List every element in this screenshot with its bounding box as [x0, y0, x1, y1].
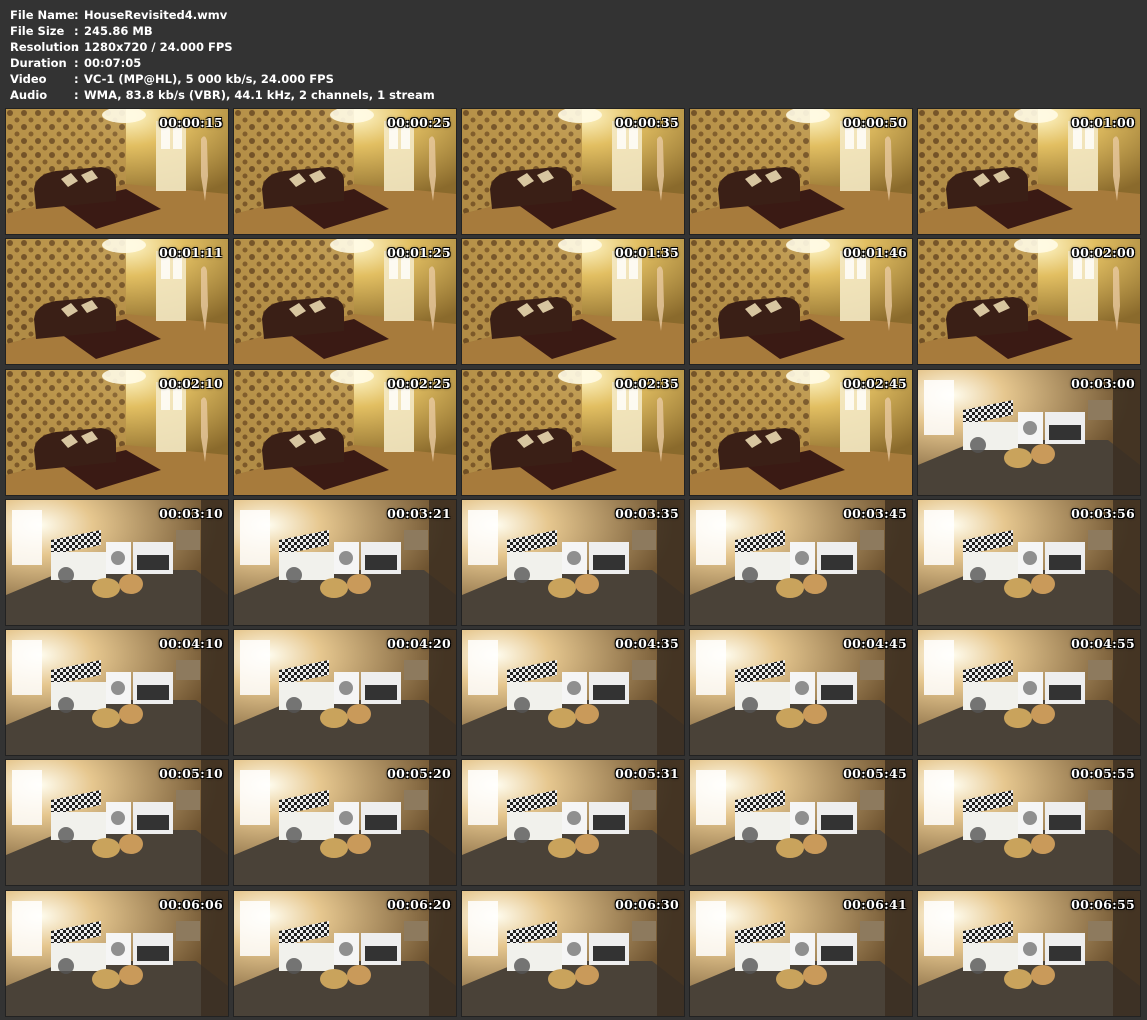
thumbnail-timestamp: 00:01:46: [843, 245, 907, 260]
info-label: Audio: [10, 88, 48, 102]
info-separator: :: [74, 40, 79, 54]
thumbnail-timestamp: 00:02:45: [843, 376, 907, 391]
thumbnail-timestamp: 00:00:15: [159, 115, 223, 130]
thumbnail-timestamp: 00:06:06: [159, 897, 223, 912]
thumbnail-frame: 00:02:35: [462, 370, 684, 495]
info-row-file-size: File Size:245.86 MB: [10, 23, 435, 39]
thumbnail-frame: 00:03:00: [918, 370, 1140, 495]
thumbnail-timestamp: 00:03:56: [1071, 506, 1135, 521]
thumbnail-timestamp: 00:04:20: [387, 636, 451, 651]
thumbnail-grid: 00:00:15 00:00:25 00:00:35 00:00:50 00:0…: [6, 109, 1142, 1016]
thumbnail-frame: 00:04:20: [234, 630, 456, 755]
info-label: Duration: [10, 56, 67, 70]
thumbnail-timestamp: 00:01:35: [615, 245, 679, 260]
thumbnail-timestamp: 00:01:00: [1071, 115, 1135, 130]
thumbnail-frame: 00:06:41: [690, 891, 912, 1016]
thumbnail-timestamp: 00:02:10: [159, 376, 223, 391]
info-separator: :: [74, 72, 79, 86]
thumbnail-frame: 00:05:31: [462, 760, 684, 885]
thumbnail-timestamp: 00:04:10: [159, 636, 223, 651]
thumbnail-frame: 00:06:06: [6, 891, 228, 1016]
thumbnail-frame: 00:04:55: [918, 630, 1140, 755]
thumbnail-timestamp: 00:06:41: [843, 897, 907, 912]
thumbnail-frame: 00:03:21: [234, 500, 456, 625]
info-separator: :: [74, 88, 79, 102]
thumbnail-frame: 00:04:45: [690, 630, 912, 755]
thumbnail-timestamp: 00:05:45: [843, 766, 907, 781]
thumbnail-frame: 00:05:45: [690, 760, 912, 885]
thumbnail-frame: 00:00:25: [234, 109, 456, 234]
thumbnail-frame: 00:00:35: [462, 109, 684, 234]
thumbnail-timestamp: 00:06:20: [387, 897, 451, 912]
thumbnail-timestamp: 00:03:21: [387, 506, 451, 521]
thumbnail-frame: 00:01:35: [462, 239, 684, 364]
info-separator: :: [74, 56, 79, 70]
info-value: HouseRevisited4.wmv: [84, 8, 228, 22]
info-label: Video: [10, 72, 47, 86]
thumbnail-frame: 00:03:45: [690, 500, 912, 625]
info-value: 245.86 MB: [84, 24, 153, 38]
info-value: VC-1 (MP@HL), 5 000 kb/s, 24.000 FPS: [84, 72, 334, 86]
thumbnail-frame: 00:00:15: [6, 109, 228, 234]
thumbnail-timestamp: 00:00:50: [843, 115, 907, 130]
thumbnail-frame: 00:02:25: [234, 370, 456, 495]
file-info-panel: File Name: HouseRevisited4.wmv File Size:2…: [10, 7, 435, 103]
thumbnail-frame: 00:00:50: [690, 109, 912, 234]
info-row-video: Video: VC-1 (MP@HL), 5 000 kb/s, 24.000 F…: [10, 71, 435, 87]
thumbnail-timestamp: 00:02:25: [387, 376, 451, 391]
info-row-audio: Audio: WMA, 83.8 kb/s (VBR), 44.1 kHz, 2 …: [10, 87, 435, 103]
thumbnail-frame: 00:06:55: [918, 891, 1140, 1016]
thumbnail-frame: 00:01:00: [918, 109, 1140, 234]
thumbnail-frame: 00:03:10: [6, 500, 228, 625]
info-value: 00:07:05: [84, 56, 142, 70]
info-row-resolution: Resolution:1280x720 / 24.000 FPS: [10, 39, 435, 55]
thumbnail-timestamp: 00:04:45: [843, 636, 907, 651]
thumbnail-frame: 00:01:25: [234, 239, 456, 364]
info-label: File Name: [10, 8, 75, 22]
info-label: Resolution: [10, 40, 80, 54]
thumbnail-timestamp: 00:03:10: [159, 506, 223, 521]
info-separator: :: [74, 24, 79, 38]
thumbnail-frame: 00:06:20: [234, 891, 456, 1016]
thumbnail-frame: 00:03:56: [918, 500, 1140, 625]
thumbnail-frame: 00:05:20: [234, 760, 456, 885]
thumbnail-frame: 00:06:30: [462, 891, 684, 1016]
info-value: 1280x720 / 24.000 FPS: [84, 40, 233, 54]
thumbnail-frame: 00:02:45: [690, 370, 912, 495]
thumbnail-timestamp: 00:05:31: [615, 766, 679, 781]
info-row-file-name: File Name: HouseRevisited4.wmv: [10, 7, 435, 23]
thumbnail-timestamp: 00:03:45: [843, 506, 907, 521]
thumbnail-timestamp: 00:04:35: [615, 636, 679, 651]
thumbnail-timestamp: 00:01:11: [159, 245, 223, 260]
info-separator: :: [74, 8, 79, 22]
info-row-duration: Duration:00:07:05: [10, 55, 435, 71]
thumbnail-timestamp: 00:01:25: [387, 245, 451, 260]
thumbnail-timestamp: 00:00:35: [615, 115, 679, 130]
thumbnail-timestamp: 00:05:20: [387, 766, 451, 781]
thumbnail-frame: 00:01:46: [690, 239, 912, 364]
thumbnail-timestamp: 00:03:35: [615, 506, 679, 521]
thumbnail-timestamp: 00:02:35: [615, 376, 679, 391]
thumbnail-frame: 00:01:11: [6, 239, 228, 364]
thumbnail-timestamp: 00:04:55: [1071, 636, 1135, 651]
thumbnail-timestamp: 00:06:55: [1071, 897, 1135, 912]
thumbnail-frame: 00:05:55: [918, 760, 1140, 885]
thumbnail-frame: 00:02:00: [918, 239, 1140, 364]
thumbnail-frame: 00:03:35: [462, 500, 684, 625]
thumbnail-timestamp: 00:05:10: [159, 766, 223, 781]
thumbnail-frame: 00:04:35: [462, 630, 684, 755]
info-value: WMA, 83.8 kb/s (VBR), 44.1 kHz, 2 channe…: [84, 88, 435, 102]
thumbnail-frame: 00:04:10: [6, 630, 228, 755]
thumbnail-timestamp: 00:00:25: [387, 115, 451, 130]
thumbnail-frame: 00:02:10: [6, 370, 228, 495]
thumbnail-timestamp: 00:02:00: [1071, 245, 1135, 260]
info-label: File Size: [10, 24, 65, 38]
thumbnail-frame: 00:05:10: [6, 760, 228, 885]
thumbnail-timestamp: 00:05:55: [1071, 766, 1135, 781]
thumbnail-timestamp: 00:06:30: [615, 897, 679, 912]
thumbnail-timestamp: 00:03:00: [1071, 376, 1135, 391]
